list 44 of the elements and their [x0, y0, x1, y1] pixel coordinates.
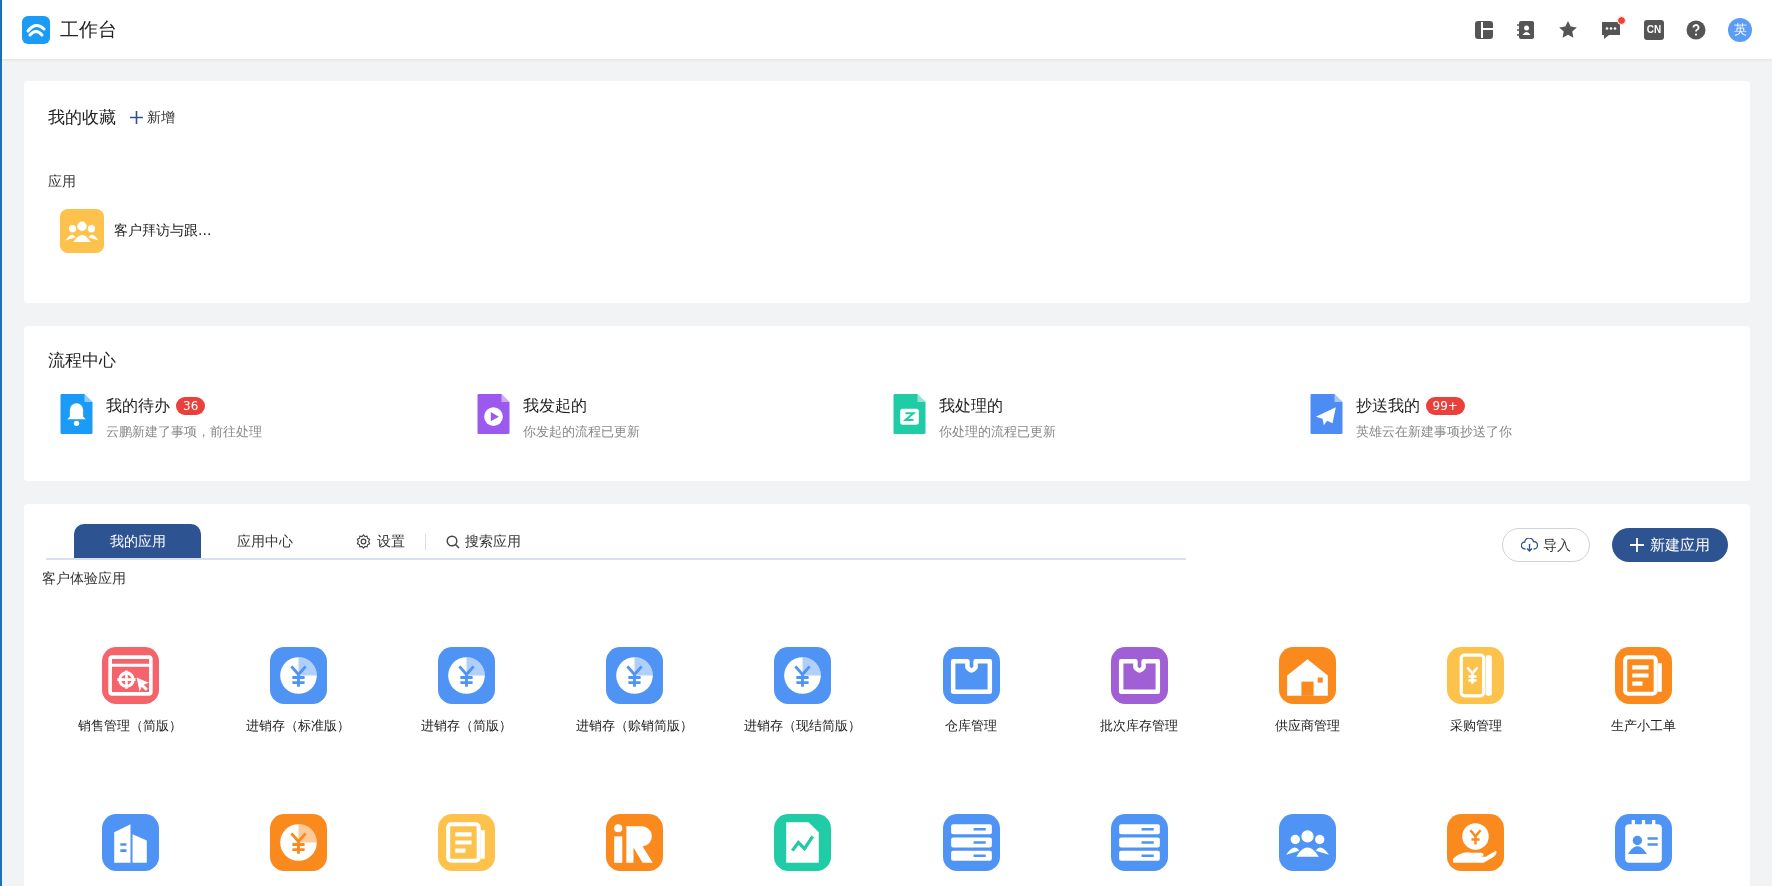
group-label: 客户体验应用: [42, 569, 127, 588]
language-button[interactable]: CN: [1644, 19, 1664, 40]
app-name[interactable]: 销售管理（简版）: [78, 716, 183, 736]
plus-icon: [130, 111, 143, 125]
chat-icon[interactable]: [1600, 19, 1622, 40]
layout-icon[interactable]: [1474, 19, 1494, 40]
settings-icon: [356, 534, 371, 549]
logo-icon: [22, 15, 50, 44]
process-subtitle: 英雄云在新建事项抄送了你: [1355, 422, 1512, 441]
tab[interactable]: 我的应用: [74, 524, 201, 558]
process-title[interactable]: 抄送我的: [1355, 393, 1420, 418]
app-name[interactable]: 进销存（赊销简版）: [576, 716, 694, 736]
add-button[interactable]: 新增: [130, 107, 175, 129]
app-name[interactable]: 批次库存管理: [1100, 716, 1179, 736]
plus-icon: [1630, 538, 1644, 552]
app-title: 工作台: [60, 17, 117, 43]
count-badge: 36: [176, 396, 206, 415]
help-icon[interactable]: [1686, 19, 1706, 40]
search-icon: [446, 534, 460, 549]
new-app-button[interactable]: 新建应用: [1612, 528, 1728, 562]
section-title: 流程中心: [48, 349, 117, 372]
app-name[interactable]: 客户拜访与跟...: [114, 220, 212, 241]
app-name[interactable]: 采购管理: [1449, 716, 1502, 736]
app-name[interactable]: 供应商管理: [1275, 716, 1340, 736]
process-title[interactable]: 我的待办: [106, 393, 170, 418]
process-title[interactable]: 我处理的: [939, 393, 1003, 418]
app-name[interactable]: 进销存（标准版）: [246, 716, 351, 736]
process-subtitle: 云鹏新建了事项，前往处理: [106, 422, 262, 441]
tab[interactable]: 应用中心: [201, 524, 328, 558]
app-name[interactable]: 进销存（现结简版）: [744, 716, 862, 736]
group-label: 应用: [48, 171, 77, 191]
star-icon[interactable]: [1558, 19, 1578, 40]
section-title: 我的收藏: [48, 106, 116, 129]
contacts-icon[interactable]: [1516, 19, 1536, 40]
process-title[interactable]: 我发起的: [522, 393, 587, 418]
process-subtitle: 你处理的流程已更新: [939, 422, 1056, 441]
count-badge: 99+: [1425, 396, 1465, 415]
cloud-download-icon: [1521, 538, 1538, 552]
app-name[interactable]: 进销存（简版）: [421, 716, 512, 736]
process-subtitle: 你发起的流程已更新: [522, 422, 640, 441]
search-button[interactable]: 搜索应用: [446, 531, 521, 552]
app-name[interactable]: 生产小工单: [1611, 716, 1677, 736]
app-name[interactable]: 仓库管理: [945, 716, 998, 736]
settings-button[interactable]: 设置: [356, 531, 405, 552]
